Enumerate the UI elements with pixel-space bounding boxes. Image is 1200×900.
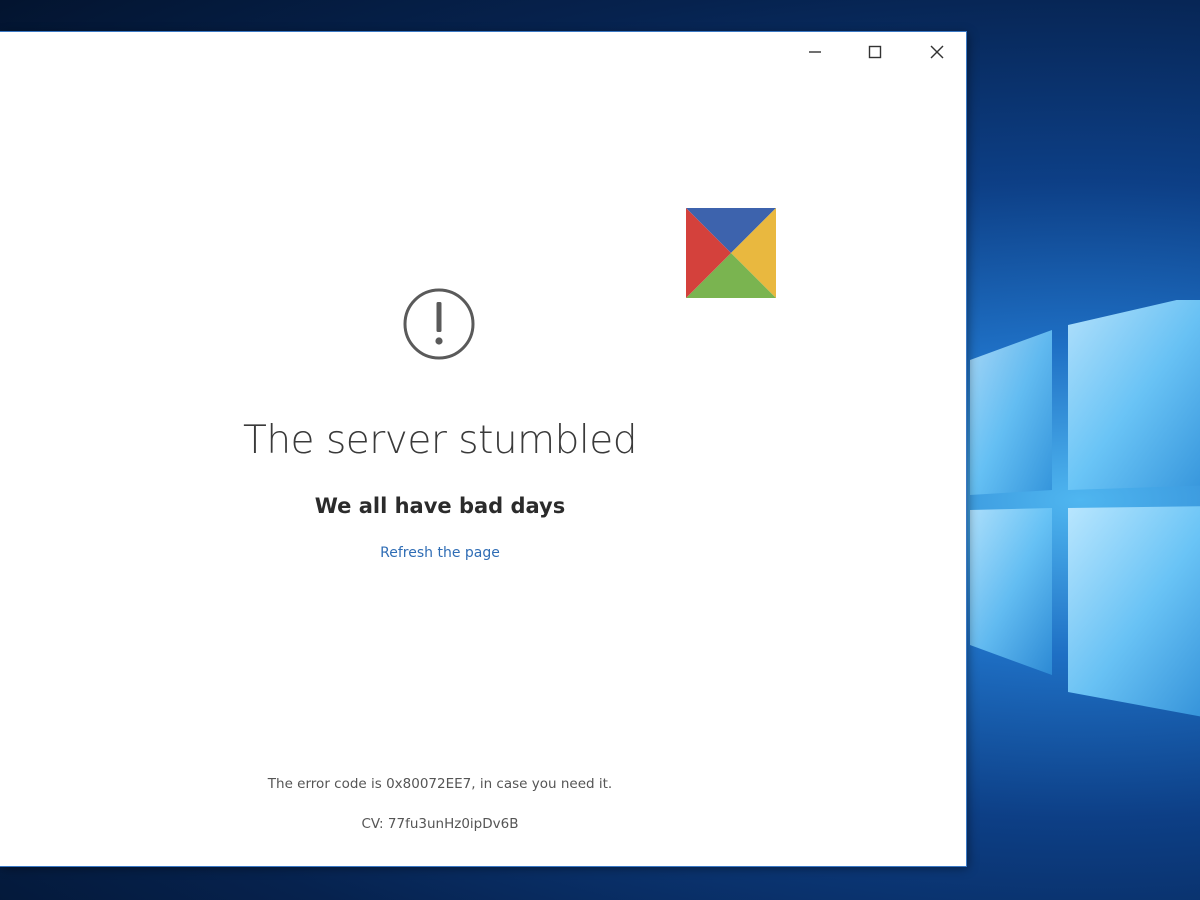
correlation-vector-text: CV: 77fu3unHz0ipDv6B — [361, 816, 519, 832]
maximize-icon — [868, 45, 882, 59]
windows-logo-wallpaper — [970, 300, 1200, 717]
refresh-page-link-text[interactable]: Refresh the page — [380, 545, 500, 561]
close-icon — [930, 45, 944, 59]
minimize-button[interactable] — [792, 32, 838, 72]
refresh-page-link[interactable]: Refresh the page — [0, 545, 880, 561]
error-subtitle: We all have bad days — [314, 494, 566, 518]
maximize-button[interactable] — [852, 32, 898, 72]
minimize-icon — [809, 51, 821, 53]
close-button[interactable] — [914, 32, 960, 72]
error-code-text: The error code is 0x80072EE7, in case yo… — [267, 776, 613, 792]
exclamation-circle-icon — [403, 288, 475, 360]
app-window: The server stumbled We all have bad days… — [0, 32, 966, 866]
brand-logo — [686, 208, 776, 298]
error-title: The server stumbled — [243, 418, 637, 463]
